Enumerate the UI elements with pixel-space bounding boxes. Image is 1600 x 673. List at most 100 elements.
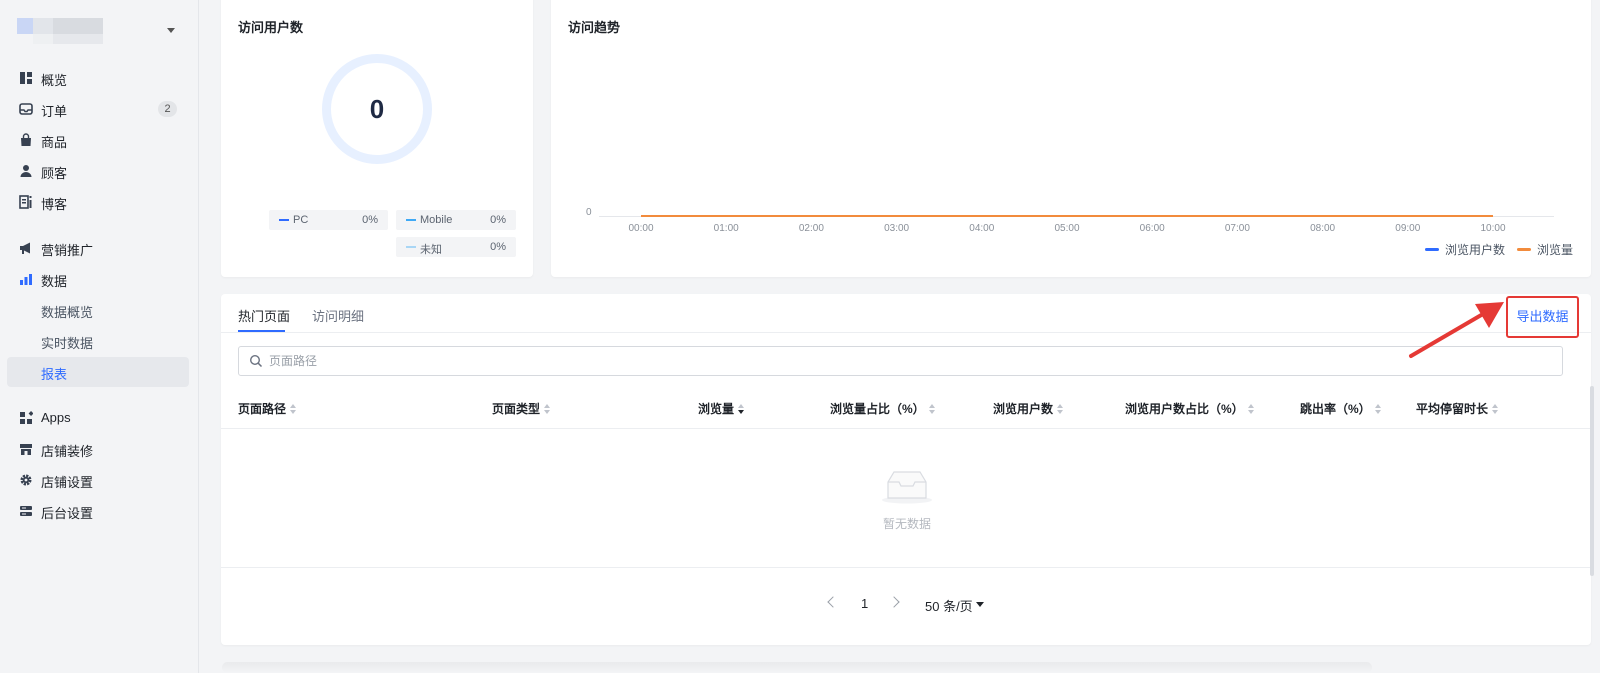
tab-visit-details[interactable]: 访问明细 bbox=[312, 306, 364, 325]
megaphone-icon bbox=[20, 242, 30, 254]
legend-name: 浏览量 bbox=[1537, 243, 1574, 257]
y-tick-label: 0 bbox=[586, 207, 592, 218]
column-header-views-share[interactable]: 浏览量占比（%） bbox=[830, 400, 935, 417]
sort-icon[interactable] bbox=[928, 403, 935, 414]
sidebar-item-label: 店铺设置 bbox=[41, 475, 94, 490]
pages-card: 热门页面 访问明细 导出数据 页面路径 页面类型 浏览量 浏览量占比（%） 浏览… bbox=[221, 294, 1591, 645]
column-header-page-views[interactable]: 浏览量 bbox=[698, 400, 745, 417]
page-path-search[interactable] bbox=[238, 346, 1563, 376]
store-switcher[interactable] bbox=[17, 18, 185, 46]
tab-divider bbox=[221, 332, 1591, 333]
x-tick-label: 00:00 bbox=[628, 223, 654, 234]
column-label: 平均停留时长 bbox=[1416, 402, 1489, 416]
legend-name: 浏览用户数 bbox=[1445, 243, 1506, 257]
legend-mobile: Mobile 0% bbox=[396, 210, 516, 230]
visitors-total: 0 bbox=[369, 94, 385, 124]
x-tick-label: 07:00 bbox=[1224, 223, 1250, 234]
sidebar-item-store-design[interactable]: 店铺装修 bbox=[7, 434, 189, 464]
sort-icon[interactable] bbox=[1374, 403, 1381, 414]
sidebar-subitem-reports[interactable]: 报表 bbox=[7, 357, 189, 387]
sort-icon[interactable] bbox=[1057, 403, 1064, 414]
apps-icon bbox=[20, 411, 33, 424]
order-count-badge: 2 bbox=[158, 101, 177, 117]
sidebar-item-overview[interactable]: 概览 bbox=[7, 63, 189, 93]
server-icon bbox=[20, 506, 32, 516]
sidebar-item-label: 商品 bbox=[41, 135, 68, 150]
scrollbar[interactable] bbox=[1590, 386, 1594, 576]
legend-unique-viewers: 浏览用户数 bbox=[1425, 241, 1505, 258]
search-input[interactable] bbox=[269, 347, 1549, 375]
legend-page-views: 浏览量 bbox=[1517, 241, 1573, 258]
legend-name: 未知 bbox=[420, 244, 442, 256]
chevron-down-icon[interactable] bbox=[976, 602, 984, 607]
x-tick-label: 03:00 bbox=[884, 223, 910, 234]
column-header-page-type[interactable]: 页面类型 bbox=[492, 400, 551, 417]
column-header-avg-duration[interactable]: 平均停留时长 bbox=[1416, 400, 1499, 417]
export-data-button[interactable]: 导出数据 bbox=[1506, 296, 1579, 338]
trend-card: 访问趋势 0 00:00 01:00 02:00 03:00 04:00 05:00 06:… bbox=[551, 0, 1591, 277]
sidebar-item-blog[interactable]: 博客 bbox=[7, 187, 189, 217]
legend-name: PC bbox=[293, 214, 309, 226]
sidebar-item-products[interactable]: 商品 bbox=[7, 125, 189, 155]
next-card-edge bbox=[222, 662, 1372, 673]
x-tick-label: 10:00 bbox=[1480, 223, 1506, 234]
column-label: 浏览量 bbox=[698, 402, 735, 416]
sidebar-item-label: 实时数据 bbox=[41, 336, 94, 351]
sidebar-item-label: Apps bbox=[41, 410, 71, 425]
prev-page-icon[interactable] bbox=[827, 596, 839, 608]
sidebar-item-label: 数据 bbox=[41, 274, 68, 289]
sidebar-item-label: 订单 bbox=[41, 104, 68, 119]
user-icon bbox=[20, 165, 32, 177]
sidebar-item-data[interactable]: 数据 bbox=[7, 264, 189, 294]
sidebar-item-label: 数据概览 bbox=[41, 305, 94, 320]
sidebar-item-orders[interactable]: 订单 2 bbox=[7, 94, 189, 124]
sidebar-item-admin-settings[interactable]: 后台设置 bbox=[7, 496, 189, 526]
sidebar-subitem-data-overview[interactable]: 数据概览 bbox=[7, 295, 189, 325]
x-tick-label: 08:00 bbox=[1310, 223, 1336, 234]
empty-state-text: 暂无数据 bbox=[882, 517, 931, 531]
empty-inbox-icon bbox=[882, 471, 932, 504]
tab-hot-pages[interactable]: 热门页面 bbox=[238, 306, 290, 325]
visitors-card-title: 访问用户数 bbox=[238, 20, 304, 35]
legend-percent: 0% bbox=[362, 214, 378, 226]
column-label: 页面路径 bbox=[238, 402, 287, 416]
sidebar-item-label: 营销推广 bbox=[41, 243, 94, 258]
visitors-card: 访问用户数 0 PC 0% Mobile 0% 未知 0% bbox=[221, 0, 533, 277]
storefront-icon bbox=[20, 444, 32, 455]
sort-icon[interactable] bbox=[1247, 403, 1254, 414]
annotation-arrow-icon bbox=[1409, 302, 1504, 358]
sort-icon[interactable] bbox=[1492, 403, 1499, 414]
legend-pc: PC 0% bbox=[269, 210, 388, 230]
sidebar-subitem-realtime-data[interactable]: 实时数据 bbox=[7, 326, 189, 356]
store-logo bbox=[17, 18, 103, 44]
legend-percent: 0% bbox=[490, 214, 506, 226]
sidebar-item-customers[interactable]: 顾客 bbox=[7, 156, 189, 186]
shopping-bag-icon bbox=[21, 133, 31, 146]
column-header-page-path[interactable]: 页面路径 bbox=[238, 400, 297, 417]
sidebar-item-store-settings[interactable]: 店铺设置 bbox=[7, 465, 189, 495]
sort-desc-icon[interactable] bbox=[738, 403, 745, 414]
current-page-number[interactable]: 1 bbox=[861, 596, 868, 611]
series-line bbox=[641, 215, 1493, 217]
gear-icon bbox=[20, 474, 32, 486]
column-header-bounce-rate[interactable]: 跳出率（%） bbox=[1300, 400, 1381, 417]
blog-icon bbox=[19, 195, 32, 209]
sidebar-item-label: 顾客 bbox=[41, 166, 68, 181]
column-label: 浏览用户数占比（%） bbox=[1125, 402, 1244, 416]
legend-name: Mobile bbox=[420, 214, 453, 226]
search-icon bbox=[249, 354, 263, 368]
sort-icon[interactable] bbox=[290, 403, 297, 414]
column-header-unique-viewers[interactable]: 浏览用户数 bbox=[993, 400, 1064, 417]
sidebar-item-label: 报表 bbox=[41, 367, 68, 382]
column-header-viewers-share[interactable]: 浏览用户数占比（%） bbox=[1125, 400, 1254, 417]
column-label: 页面类型 bbox=[492, 402, 541, 416]
sort-icon[interactable] bbox=[544, 403, 551, 414]
table-bottom-divider bbox=[221, 567, 1591, 568]
sidebar-item-marketing[interactable]: 营销推广 bbox=[7, 233, 189, 263]
page-size-select[interactable]: 50 条/页 bbox=[925, 596, 973, 615]
x-tick-label: 01:00 bbox=[713, 223, 739, 234]
sidebar-item-label: 后台设置 bbox=[41, 506, 94, 521]
next-page-icon[interactable] bbox=[888, 596, 900, 608]
column-label: 浏览量占比（%） bbox=[830, 402, 925, 416]
sidebar-item-apps[interactable]: Apps bbox=[7, 403, 189, 433]
